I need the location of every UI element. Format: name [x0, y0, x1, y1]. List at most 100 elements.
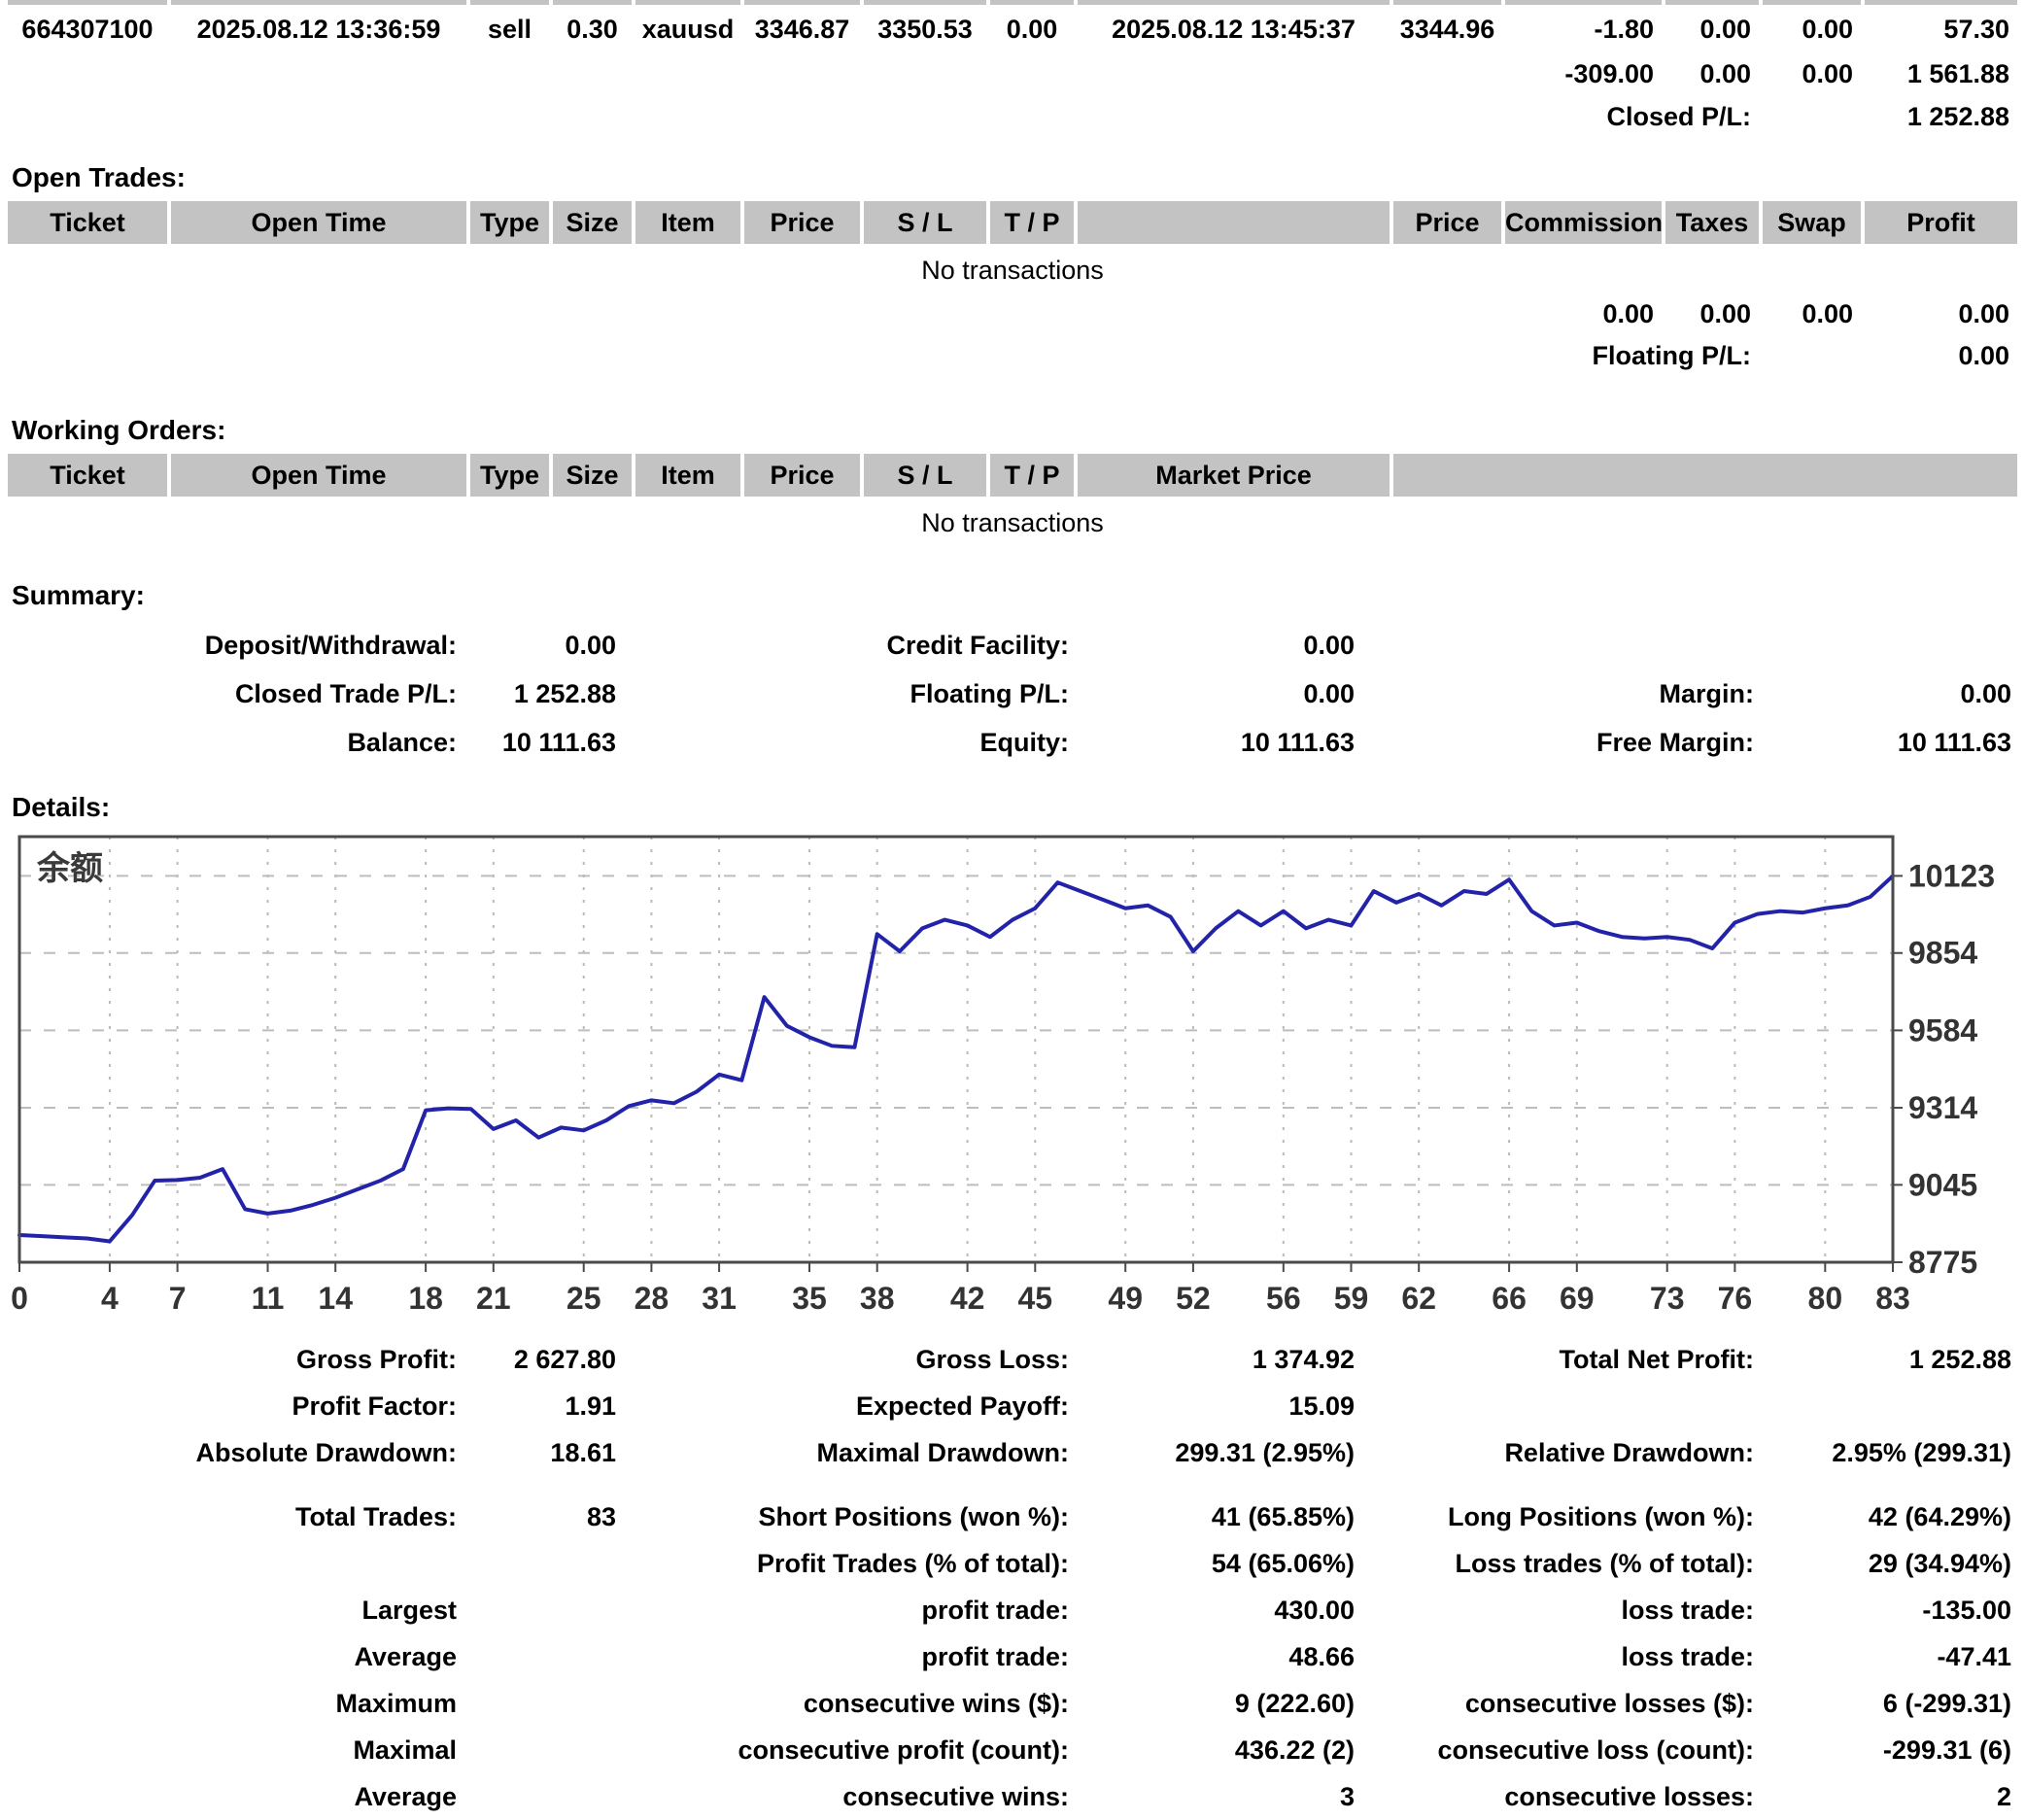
stat-value-2-95-299-31: 2.95% (299.31)	[1754, 1429, 2017, 1476]
header-cell-blank	[1078, 201, 1390, 244]
stat-label-relative-drawdown: Relative Drawdown:	[1360, 1429, 1754, 1476]
summary-value-1-252-88: 1 252.88	[457, 670, 622, 718]
stats-row: Maximumconsecutive wins ($):9 (222.60)co…	[8, 1680, 2017, 1727]
stat-label-profit-factor: Profit Factor:	[8, 1383, 457, 1429]
stat-value-135-00: -135.00	[1754, 1587, 2017, 1633]
stat-value-29-34-94: 29 (34.94%)	[1754, 1540, 2017, 1587]
stat-label-consecutive-wins: consecutive wins:	[622, 1773, 1069, 1820]
closed-total-14: 1 561.88	[1865, 55, 2017, 92]
cutoff-cell	[8, 0, 167, 5]
stat-value-47-41: -47.41	[1754, 1633, 2017, 1680]
x-axis-label: 49	[1108, 1281, 1143, 1316]
y-axis-label: 9854	[1908, 936, 1977, 971]
stats-row: Profit Factor:1.91Expected Payoff:15.09	[8, 1383, 2017, 1429]
stat-value	[457, 1633, 622, 1680]
x-axis-label: 62	[1401, 1281, 1436, 1316]
summary-label-equity: Equity:	[622, 718, 1069, 767]
closed-trade-cell-3: sell	[470, 11, 549, 48]
closed-trade-cell-10: 3344.96	[1393, 11, 1501, 48]
cutoff-cell	[744, 0, 860, 5]
summary-value	[1754, 621, 2017, 670]
details-stats: Gross Profit:2 627.80Gross Loss:1 374.92…	[0, 1336, 2025, 1820]
header-cell-ticket: Ticket	[8, 201, 167, 244]
cutoff-cell	[1505, 0, 1662, 5]
stat-value-3: 3	[1069, 1773, 1360, 1820]
stat-label-maximal: Maximal	[8, 1727, 457, 1773]
x-axis-label: 31	[702, 1281, 737, 1316]
working-orders-no-transactions: No transactions	[8, 506, 2017, 539]
x-axis-label: 0	[11, 1281, 28, 1316]
working-orders-heading: Working Orders:	[12, 413, 2025, 448]
header-cell-price: Price	[744, 454, 860, 497]
x-axis-label: 69	[1560, 1281, 1595, 1316]
stat-label-maximal-drawdown: Maximal Drawdown:	[622, 1429, 1069, 1476]
open-total-11: 0.00	[1505, 296, 1662, 331]
stats-row: Gross Profit:2 627.80Gross Loss:1 374.92…	[8, 1336, 2017, 1383]
cutoff-cell	[171, 0, 466, 5]
stat-value	[1754, 1383, 2017, 1429]
summary-row: Balance:10 111.63Equity:10 111.63Free Ma…	[8, 718, 2017, 767]
balance-line	[19, 876, 1893, 1241]
open-total-13: 0.00	[1763, 296, 1861, 331]
stat-label-average: Average	[8, 1773, 457, 1820]
header-cell-ticket: Ticket	[8, 454, 167, 497]
stats-row: Averageconsecutive wins:3consecutive los…	[8, 1773, 2017, 1820]
stat-value-15-09: 15.09	[1069, 1383, 1360, 1429]
open-trades-heading: Open Trades:	[12, 160, 2025, 195]
open-trades-no-transactions: No transactions	[8, 254, 2017, 287]
y-axis-label: 8775	[1908, 1245, 1977, 1280]
stat-label-consecutive-wins: consecutive wins ($):	[622, 1680, 1069, 1727]
closed-total-12: 0.00	[1665, 55, 1759, 92]
header-cell-commission: Commission	[1505, 201, 1662, 244]
header-cell-t-p: T / P	[990, 201, 1074, 244]
closed-trade-cell-12: 0.00	[1665, 11, 1759, 48]
closed-totals-row: -309.000.000.001 561.88	[8, 55, 2017, 92]
summary-label-margin: Margin:	[1360, 670, 1754, 718]
summary-row: Closed Trade P/L:1 252.88Floating P/L:0.…	[8, 670, 2017, 718]
x-axis-label: 4	[101, 1281, 119, 1316]
cutoff-row	[8, 0, 2017, 5]
x-axis-label: 52	[1176, 1281, 1211, 1316]
cutoff-cell	[470, 0, 549, 5]
cutoff-cell	[990, 0, 1074, 5]
cutoff-cell	[1763, 0, 1861, 5]
y-axis-label: 9584	[1908, 1013, 1977, 1047]
stat-value-436-22-2: 436.22 (2)	[1069, 1727, 1360, 1773]
x-axis-label: 25	[566, 1281, 601, 1316]
x-axis-label: 73	[1650, 1281, 1685, 1316]
x-axis-label: 11	[252, 1281, 285, 1316]
closed-trade-row: 6643071002025.08.12 13:36:59sell0.30xauu…	[8, 11, 2017, 48]
summary-value-10-111-63: 10 111.63	[457, 718, 622, 767]
stat-label-short-positions-won: Short Positions (won %):	[622, 1494, 1069, 1540]
stat-label-largest: Largest	[8, 1587, 457, 1633]
summary-label-deposit-withdrawal: Deposit/Withdrawal:	[8, 621, 457, 670]
closed-trade-cell-14: 57.30	[1865, 11, 2017, 48]
closed-trade-cell-9: 2025.08.12 13:45:37	[1078, 11, 1390, 48]
closed-pl-label: Closed P/L:	[1078, 98, 1759, 135]
stats-row: Absolute Drawdown:18.61Maximal Drawdown:…	[8, 1429, 2017, 1476]
stat-value-54-65-06: 54 (65.06%)	[1069, 1540, 1360, 1587]
header-cell-type: Type	[470, 201, 549, 244]
header-cell-open-time: Open Time	[171, 454, 466, 497]
stat-label-loss-trade: loss trade:	[1360, 1633, 1754, 1680]
header-cell-s-l: S / L	[864, 454, 986, 497]
statement-report: 6643071002025.08.12 13:36:59sell0.30xauu…	[0, 0, 2025, 1820]
closed-trade-cell-11: -1.80	[1505, 11, 1662, 48]
stat-label-profit-trade: profit trade:	[622, 1633, 1069, 1680]
stat-value-430-00: 430.00	[1069, 1587, 1360, 1633]
stat-value-9-222-60: 9 (222.60)	[1069, 1680, 1360, 1727]
x-axis-label: 76	[1718, 1281, 1753, 1316]
x-axis-label: 28	[635, 1281, 669, 1316]
closed-trade-cell-1: 664307100	[8, 11, 167, 48]
closed-trade-cell-2: 2025.08.12 13:36:59	[171, 11, 466, 48]
stat-label-profit-trade: profit trade:	[622, 1587, 1069, 1633]
header-cell-profit: Profit	[1865, 201, 2017, 244]
header-cell-t-p: T / P	[990, 454, 1074, 497]
header-cell-size: Size	[553, 454, 632, 497]
x-axis-label: 7	[169, 1281, 187, 1316]
header-cell-item: Item	[635, 454, 740, 497]
stat-value-2: 2	[1754, 1773, 2017, 1820]
summary-heading: Summary:	[12, 578, 2025, 613]
header-cell-swap: Swap	[1763, 201, 1861, 244]
closed-trade-cell-7: 3350.53	[864, 11, 986, 48]
